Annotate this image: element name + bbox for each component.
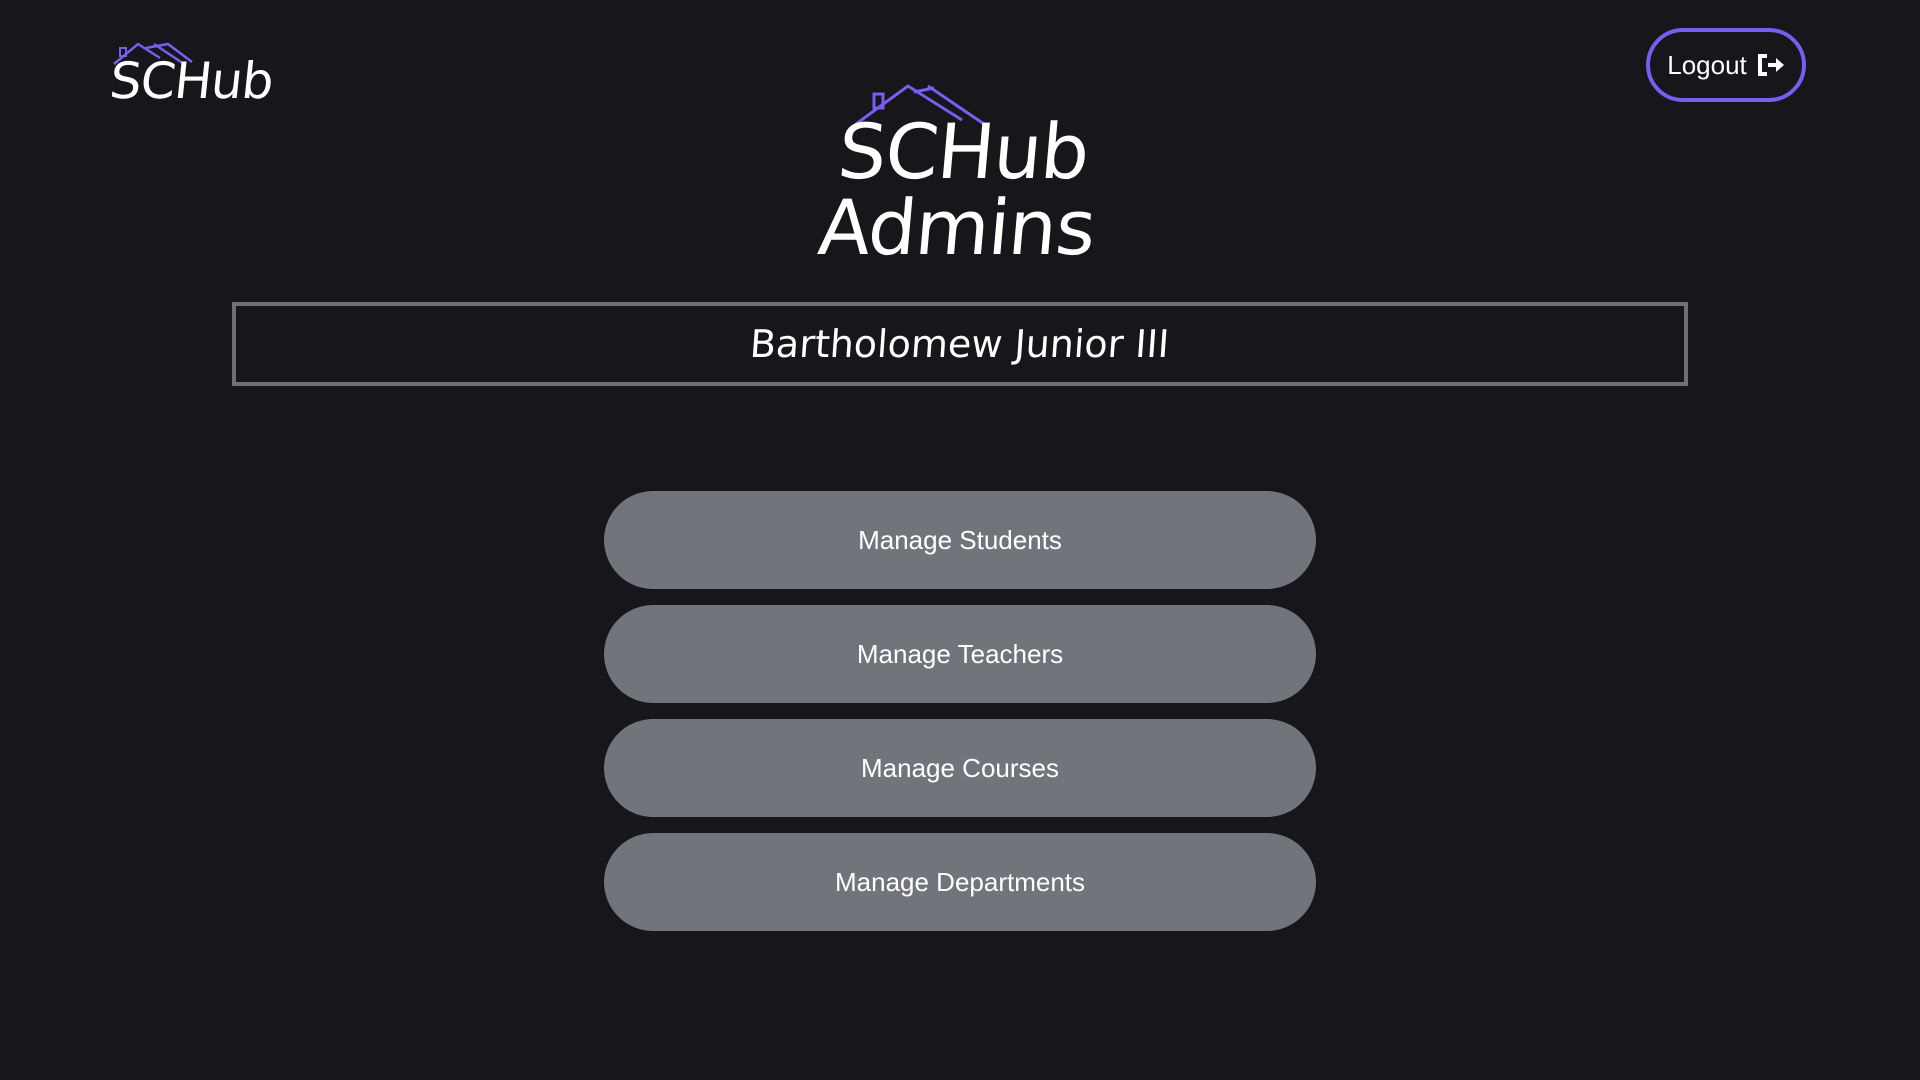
admin-name: Bartholomew Junior III (748, 322, 1172, 366)
admin-name-bar: Bartholomew Junior III (232, 302, 1688, 386)
page-title-logo: SCHub Admins (700, 84, 1220, 272)
manage-students-button[interactable]: Manage Students (604, 491, 1316, 589)
logout-icon (1757, 54, 1784, 76)
logout-button[interactable]: Logout (1646, 28, 1806, 102)
manage-departments-button[interactable]: Manage Departments (604, 833, 1316, 931)
logout-label: Logout (1667, 49, 1747, 80)
manage-courses-button[interactable]: Manage Courses (604, 719, 1316, 817)
page-title: SCHub Admins (814, 107, 1099, 272)
header-logo[interactable]: SCHub (106, 38, 278, 112)
manage-teachers-button[interactable]: Manage Teachers (604, 605, 1316, 703)
admin-menu: Manage Students Manage Teachers Manage C… (604, 491, 1316, 947)
logo-wordmark: SCHub (106, 52, 276, 110)
